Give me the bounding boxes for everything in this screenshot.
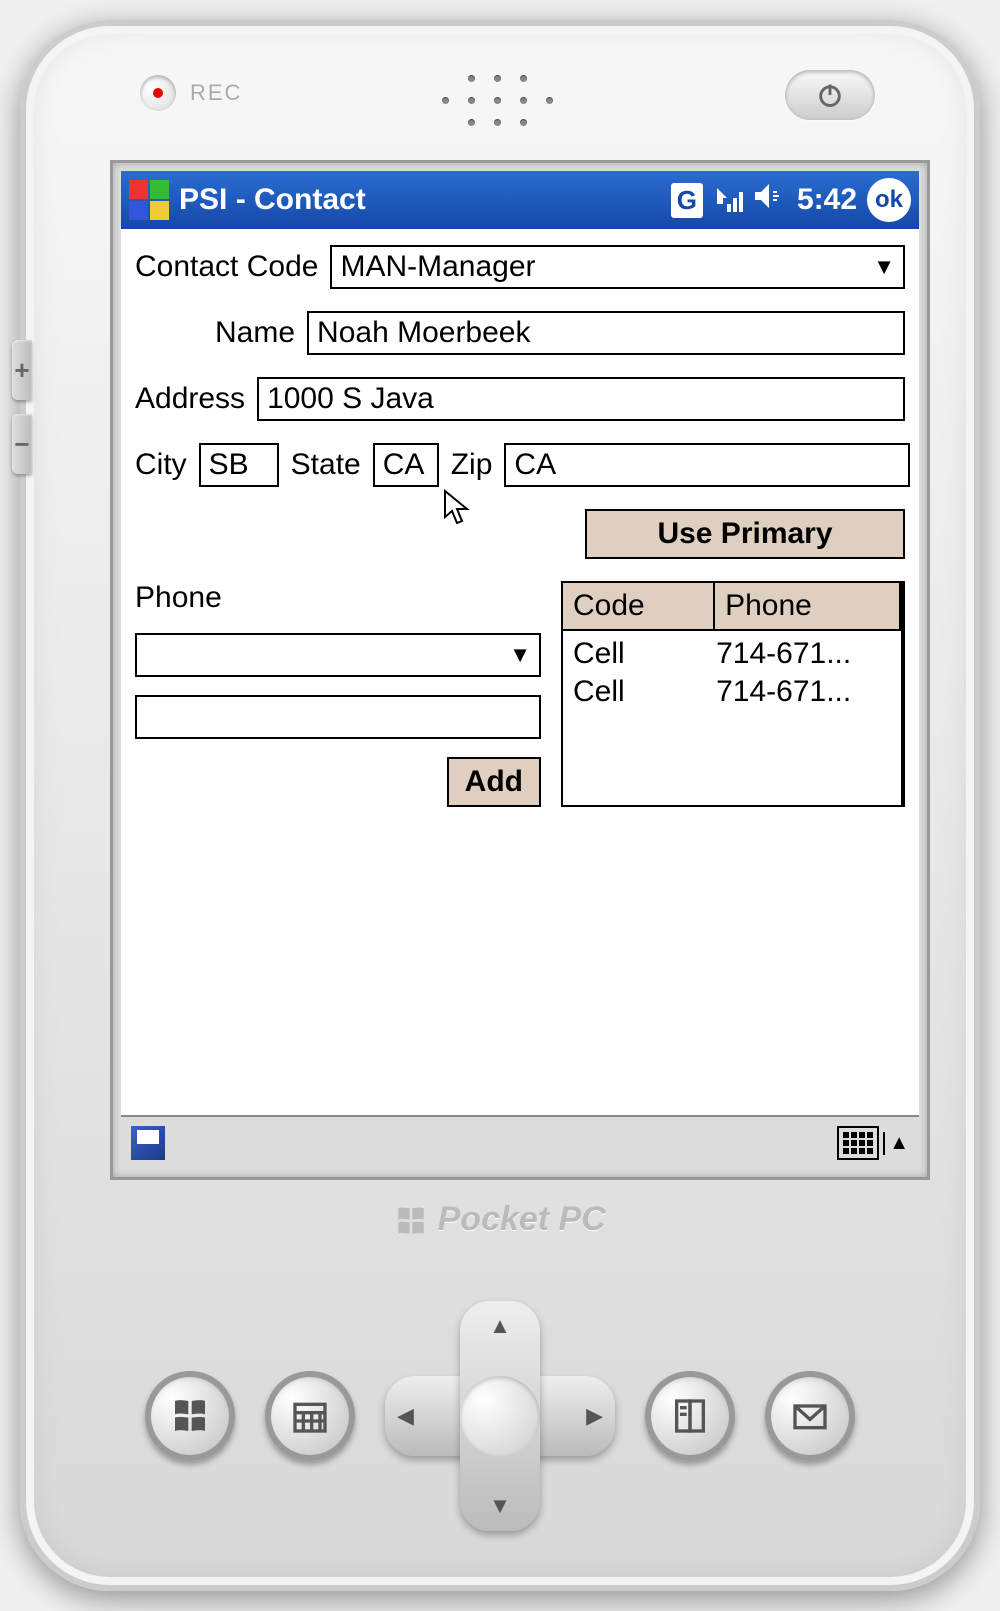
cursor-icon	[443, 489, 471, 534]
signal-icon[interactable]	[713, 186, 743, 214]
hardware-buttons: ▲ ▼ ◀ ▶	[20, 1301, 980, 1531]
phone-number-field[interactable]	[135, 695, 541, 739]
state-field[interactable]	[373, 443, 439, 487]
record-led	[140, 75, 176, 111]
contact-code-select[interactable]: MAN-Manager ▼	[330, 245, 905, 289]
save-icon[interactable]	[131, 1126, 165, 1160]
state-label: State	[291, 448, 361, 482]
phone-label: Phone	[135, 581, 541, 615]
table-header: Code Phone	[563, 583, 901, 631]
address-label: Address	[135, 382, 245, 416]
contact-code-label: Contact Code	[135, 250, 318, 284]
device-top-panel: REC	[20, 20, 980, 160]
screen-bezel: PSI - Contact G 5:42 ok Contact Code MAN…	[110, 160, 930, 1180]
mail-button[interactable]	[765, 1371, 855, 1461]
screen: PSI - Contact G 5:42 ok Contact Code MAN…	[121, 171, 919, 1169]
dpad: ▲ ▼ ◀ ▶	[385, 1301, 615, 1531]
col-code[interactable]: Code	[563, 583, 715, 631]
device-brand: Pocket PC	[20, 1200, 980, 1239]
ok-button[interactable]: ok	[867, 178, 911, 222]
contact-code-value: MAN-Manager	[340, 250, 873, 284]
city-label: City	[135, 448, 187, 482]
keyboard-icon	[837, 1126, 879, 1160]
chevron-up-icon: ▲	[883, 1132, 909, 1155]
cell-code: Cell	[573, 673, 716, 711]
chevron-down-icon: ▼	[873, 254, 895, 280]
volume-down-button[interactable]: −	[12, 414, 32, 474]
calendar-button[interactable]	[265, 1371, 355, 1461]
dpad-up-button[interactable]: ▲	[489, 1313, 511, 1339]
home-button[interactable]	[145, 1371, 235, 1461]
cell-phone: 714-671...	[716, 635, 891, 673]
contacts-button[interactable]	[645, 1371, 735, 1461]
address-field[interactable]	[257, 377, 905, 421]
use-primary-button[interactable]: Use Primary	[585, 509, 905, 559]
record-label: REC	[190, 80, 242, 106]
phone-type-select[interactable]: ▼	[135, 633, 541, 677]
dpad-left-button[interactable]: ◀	[397, 1403, 414, 1429]
pda-device: REC + − PSI - Contact G	[20, 20, 980, 1591]
cell-phone: 714-671...	[716, 673, 891, 711]
connection-g-icon[interactable]: G	[671, 183, 703, 218]
name-label: Name	[215, 316, 295, 350]
clock[interactable]: 5:42	[797, 183, 857, 217]
dpad-down-button[interactable]: ▼	[489, 1493, 511, 1519]
dpad-right-button[interactable]: ▶	[586, 1403, 603, 1429]
keyboard-toggle[interactable]: ▲	[837, 1126, 909, 1160]
add-button[interactable]: Add	[447, 757, 541, 807]
volume-rocker: + −	[12, 340, 32, 474]
table-row[interactable]: Cell 714-671...	[573, 635, 891, 673]
titlebar: PSI - Contact G 5:42 ok	[121, 171, 919, 229]
bottom-toolbar: ▲	[121, 1115, 919, 1169]
name-field[interactable]	[307, 311, 905, 355]
table-row[interactable]: Cell 714-671...	[573, 673, 891, 711]
zip-label: Zip	[451, 448, 493, 482]
volume-icon[interactable]	[753, 182, 787, 218]
zip-field[interactable]	[504, 443, 910, 487]
dpad-center-button[interactable]	[460, 1376, 540, 1456]
volume-up-button[interactable]: +	[12, 340, 32, 400]
phone-table[interactable]: Code Phone Cell 714-671... Cell 714-671.…	[561, 581, 905, 807]
cell-code: Cell	[573, 635, 716, 673]
start-icon[interactable]	[129, 180, 169, 220]
app-title: PSI - Contact	[179, 183, 366, 217]
col-phone[interactable]: Phone	[715, 583, 901, 631]
city-field[interactable]	[199, 443, 279, 487]
speaker-grille	[442, 75, 558, 131]
form-area: Contact Code MAN-Manager ▼ Name Address …	[121, 229, 919, 1115]
chevron-down-icon: ▼	[509, 642, 531, 668]
power-button[interactable]	[785, 70, 875, 120]
